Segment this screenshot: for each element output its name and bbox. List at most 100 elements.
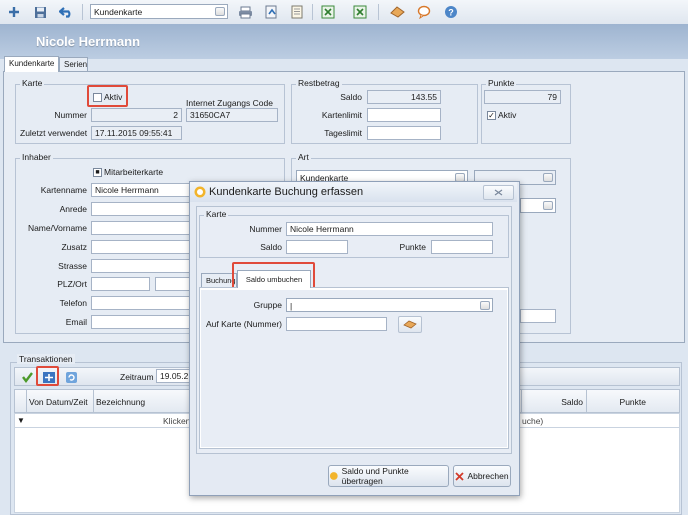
tab-serien[interactable]: Serien [59, 57, 88, 71]
transaktionen-group-title: Transaktionen [17, 354, 75, 364]
dropdown-icon[interactable] [543, 173, 553, 182]
highlight-aktiv [87, 85, 128, 107]
anrede-label: Anrede [59, 204, 87, 214]
auf-karte-input[interactable] [286, 317, 387, 331]
page-title: Nicole Herrmann [36, 34, 141, 49]
eraser-icon[interactable] [389, 4, 405, 20]
buchung-dialog: Kundenkarte Buchung erfassen Karte Numme… [189, 181, 520, 496]
mitarbeiter-label: Mitarbeiterkarte [104, 167, 164, 177]
dialog-nummer-label: Nummer [249, 224, 282, 234]
transfer-icon [329, 472, 338, 480]
karte-group-title: Karte [20, 78, 45, 88]
name-input[interactable] [91, 221, 190, 235]
grid-indicator-col [14, 389, 27, 413]
col-divider [93, 389, 94, 413]
saldo-label: Saldo [340, 92, 362, 102]
excel-icon[interactable] [320, 4, 336, 20]
page-header: Nicole Herrmann [0, 24, 688, 59]
cancel-button[interactable]: Abbrechen [453, 465, 511, 487]
strasse-input[interactable] [91, 259, 190, 273]
col-saldo[interactable]: Saldo [522, 396, 583, 408]
print-icon[interactable] [237, 4, 253, 20]
card-type-value: Kundenkarte [94, 7, 143, 17]
dialog-tab-saldo-umbuchen[interactable]: Saldo umbuchen [237, 270, 311, 288]
art-extra-select[interactable] [520, 198, 556, 213]
main-toolbar: Kundenkarte ? [0, 0, 688, 25]
punkte-aktiv-label: Aktiv [498, 110, 517, 120]
gruppe-select[interactable]: | [286, 298, 493, 312]
dialog-punkte-input[interactable] [431, 240, 493, 254]
filter-hint-text-right: uche) [522, 416, 544, 426]
zuletzt-label: Zuletzt verwendet [20, 128, 88, 138]
dialog-tab-panel [201, 290, 507, 447]
filter-icon: ▼ [17, 416, 25, 425]
punkte-field: 79 [484, 90, 561, 104]
mitarbeiter-checkbox[interactable]: ■ [93, 168, 102, 177]
col-bezeichnung[interactable]: Bezeichnung [96, 396, 145, 408]
kartenname-label: Kartenname [40, 185, 87, 195]
check-icon[interactable] [19, 369, 35, 385]
nummer-field: 2 [91, 108, 182, 122]
email-input[interactable] [91, 315, 190, 329]
filter-hint-text: Klicken [163, 416, 191, 426]
col-punkte[interactable]: Punkte [588, 396, 646, 408]
gruppe-label: Gruppe [253, 300, 282, 310]
art-group-title: Art [296, 152, 311, 162]
export-icon[interactable] [263, 4, 279, 20]
card-lookup-icon[interactable] [398, 316, 422, 333]
tageslimit-label: Tageslimit [324, 128, 362, 138]
excel-export-icon[interactable] [352, 4, 368, 20]
art-extra-input[interactable] [520, 309, 556, 323]
document-icon[interactable] [289, 4, 305, 20]
help-icon[interactable]: ? [443, 4, 459, 20]
ort-input[interactable] [155, 277, 190, 291]
gruppe-value: | [290, 301, 293, 311]
comment-icon[interactable] [416, 4, 432, 20]
toolbar-separator [82, 4, 83, 20]
app-icon [194, 186, 206, 198]
kartenlimit-input[interactable] [367, 108, 441, 122]
telefon-input[interactable] [91, 296, 190, 310]
auf-karte-label: Auf Karte (Nummer) [205, 319, 282, 329]
zusatz-input[interactable] [91, 240, 190, 254]
dialog-saldo-label: Saldo [260, 242, 282, 252]
dropdown-icon[interactable] [480, 301, 490, 310]
card-type-select[interactable]: Kundenkarte [90, 4, 228, 19]
dialog-title: Kundenkarte Buchung erfassen [209, 186, 364, 198]
cancel-button-label: Abbrechen [467, 471, 509, 481]
punkte-aktiv-checkbox[interactable]: ✓ [487, 111, 496, 120]
dropdown-icon[interactable] [543, 201, 553, 210]
dialog-karte-title: Karte [204, 209, 229, 219]
undo-icon[interactable] [58, 4, 74, 20]
strasse-label: Strasse [58, 261, 87, 271]
internet-code-field: 31650CA7 [186, 108, 278, 122]
add-icon[interactable] [6, 4, 22, 20]
tageslimit-input[interactable] [367, 126, 441, 140]
telefon-label: Telefon [59, 298, 87, 308]
kartenname-input[interactable]: Nicole Herrmann [91, 183, 190, 197]
save-icon[interactable] [32, 4, 48, 20]
dialog-saldo-input[interactable] [286, 240, 348, 254]
col-divider [586, 389, 587, 413]
nummer-label: Nummer [54, 110, 87, 120]
dialog-titlebar: Kundenkarte Buchung erfassen [190, 182, 517, 202]
transfer-button[interactable]: Saldo und Punkte übertragen [328, 465, 449, 487]
close-icon[interactable] [483, 185, 514, 200]
svg-text:?: ? [448, 8, 454, 18]
plz-label: PLZ/Ort [57, 279, 87, 289]
zusatz-label: Zusatz [61, 242, 87, 252]
name-label: Name/Vorname [27, 223, 87, 233]
toolbar-separator [312, 4, 313, 20]
saldo-field: 143.55 [367, 90, 441, 104]
tab-kundenkarte[interactable]: Kundenkarte [4, 56, 59, 72]
dialog-nummer-input[interactable]: Nicole Herrmann [286, 222, 493, 236]
refresh-icon[interactable] [63, 369, 79, 385]
dropdown-icon[interactable] [215, 7, 225, 16]
zuletzt-field: 17.11.2015 09:55:41 [91, 126, 182, 140]
inhaber-group-title: Inhaber [20, 152, 53, 162]
anrede-input[interactable] [91, 202, 190, 216]
col-von-datum[interactable]: Von Datum/Zeit [29, 396, 88, 408]
punkte-group-title: Punkte [486, 78, 517, 88]
plz-input[interactable] [91, 277, 150, 291]
toolbar-separator [378, 4, 379, 20]
